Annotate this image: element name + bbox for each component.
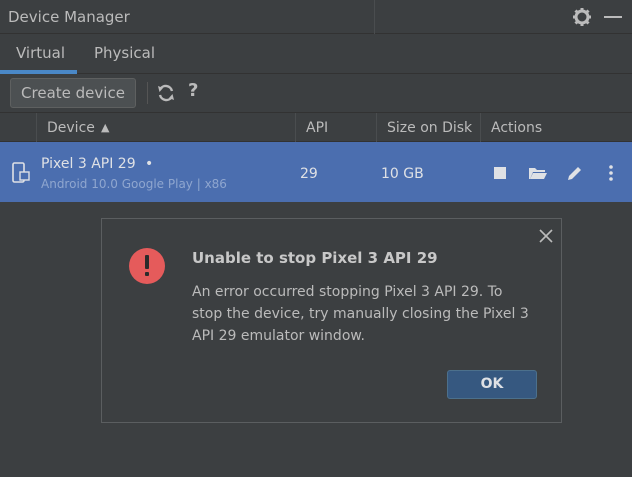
minimize-icon[interactable] [604,16,622,18]
table-header: Device ▲ API Size on Disk Actions [0,112,632,143]
error-dialog: Unable to stop Pixel 3 API 29 An error o… [101,218,562,423]
device-name: Pixel 3 API 29 [41,156,136,172]
toolbar-divider [147,82,148,104]
device-size: 10 GB [381,166,424,182]
dialog-title: Unable to stop Pixel 3 API 29 [192,249,438,267]
header-actions: Actions [491,120,543,136]
error-icon [129,248,165,284]
ok-button[interactable]: OK [447,370,537,399]
folder-open-icon[interactable] [528,164,548,182]
refresh-icon[interactable] [156,83,176,103]
sort-ascending-icon[interactable]: ▲ [101,121,109,134]
title-divider [374,0,375,34]
header-divider [295,113,296,143]
tab-physical[interactable]: Physical [94,44,155,62]
close-icon[interactable] [539,229,553,243]
title-bar: Device Manager [0,0,632,34]
header-divider [480,113,481,143]
table-row[interactable]: Pixel 3 API 29 • Android 10.0 Google Pla… [0,142,632,202]
device-api: 29 [300,166,318,182]
header-device[interactable]: Device [47,120,95,136]
header-divider [376,113,377,143]
help-icon[interactable]: ? [188,80,198,101]
more-options-icon[interactable] [604,164,618,182]
device-details: Android 10.0 Google Play | x86 [41,177,227,191]
header-divider [36,113,37,143]
header-api[interactable]: API [306,120,328,136]
edit-pencil-icon[interactable] [566,164,584,182]
header-size-on-disk[interactable]: Size on Disk [387,120,472,136]
dialog-message: An error occurred stopping Pixel 3 API 2… [192,284,529,344]
tab-bar: Virtual Physical [0,34,632,74]
phone-device-icon [12,162,30,183]
create-device-button[interactable]: Create device [10,78,136,108]
stop-icon[interactable] [491,164,509,182]
gear-icon[interactable] [572,7,592,27]
toolbar: Create device ? [0,74,632,112]
tab-virtual[interactable]: Virtual [16,44,65,62]
status-dot: • [145,156,154,172]
window-title: Device Manager [8,8,130,26]
